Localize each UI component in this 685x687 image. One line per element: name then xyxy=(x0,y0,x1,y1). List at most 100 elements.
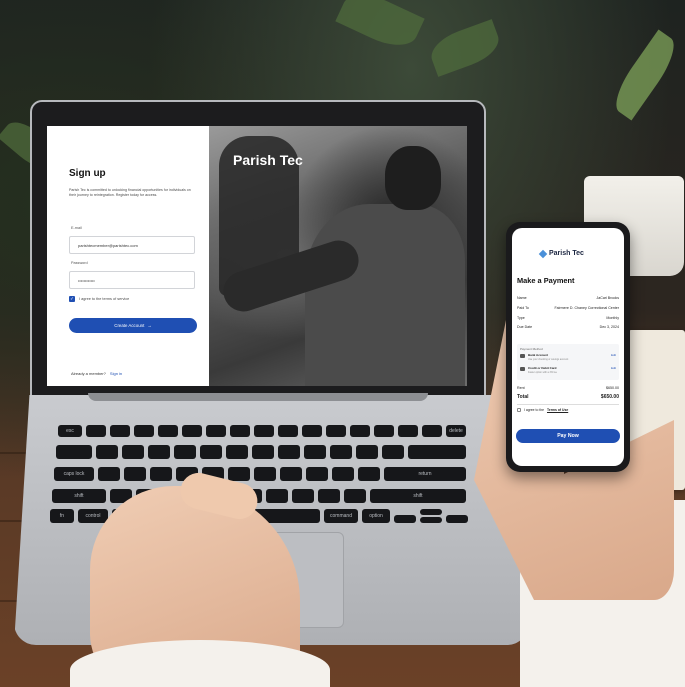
key[interactable] xyxy=(252,445,274,459)
email-field[interactable]: parishtecmember@parishtec.com xyxy=(69,236,195,254)
key[interactable] xyxy=(306,467,328,481)
detail-value: JaCari Brooks xyxy=(596,296,619,300)
key[interactable] xyxy=(382,445,404,459)
key[interactable] xyxy=(330,445,352,459)
key-arrow-left[interactable] xyxy=(394,515,416,523)
edit-link[interactable]: Edit xyxy=(611,353,616,357)
key[interactable] xyxy=(408,445,466,459)
key-shift-left[interactable]: shift xyxy=(52,489,106,503)
hero-photo: Parish Tec xyxy=(209,126,467,386)
key[interactable] xyxy=(226,445,248,459)
rent-value: $650.00 xyxy=(606,386,619,390)
key[interactable] xyxy=(182,425,202,437)
key[interactable] xyxy=(110,425,130,437)
terms-checkbox[interactable]: ✓ xyxy=(69,296,75,302)
pay-now-button[interactable]: Pay Now xyxy=(516,429,620,443)
payment-title: Make a Payment xyxy=(517,276,575,285)
key[interactable] xyxy=(266,489,288,503)
key[interactable] xyxy=(148,445,170,459)
terms-row: ✓ I agree to the terms of service xyxy=(69,296,129,302)
key[interactable] xyxy=(200,445,222,459)
key-esc[interactable]: esc xyxy=(58,425,82,437)
key[interactable] xyxy=(150,467,172,481)
key-option-right[interactable]: option xyxy=(362,509,390,523)
key[interactable] xyxy=(228,467,250,481)
key[interactable] xyxy=(96,445,118,459)
key[interactable] xyxy=(98,467,120,481)
phone-brand-label: Parish Tec xyxy=(549,250,584,257)
terms-of-use-row: I agree to the Terms of Use xyxy=(517,408,568,412)
key[interactable] xyxy=(206,425,226,437)
terms-of-use-link[interactable]: Terms of Use xyxy=(547,408,568,412)
key-delete[interactable]: delete xyxy=(446,425,466,437)
key-arrow-right[interactable] xyxy=(446,515,468,523)
payment-option-name: Bank Account xyxy=(528,353,549,357)
key[interactable] xyxy=(398,425,418,437)
key[interactable] xyxy=(124,467,146,481)
key-caps-lock[interactable]: caps lock xyxy=(54,467,94,481)
key[interactable] xyxy=(278,425,298,437)
key[interactable] xyxy=(174,445,196,459)
total-row: Total $650.00 xyxy=(517,394,619,400)
create-account-button[interactable]: Create Account → xyxy=(69,318,197,333)
signup-title: Sign up xyxy=(69,168,106,179)
total-label: Total xyxy=(517,394,529,400)
key[interactable] xyxy=(326,425,346,437)
key[interactable] xyxy=(56,445,92,459)
detail-label: Type xyxy=(517,316,525,320)
total-value: $650.00 xyxy=(600,394,619,400)
payment-option-bank[interactable]: Bank Account Use your checking or saving… xyxy=(520,353,616,365)
bank-icon xyxy=(520,354,525,358)
key[interactable] xyxy=(86,425,106,437)
key-arrow-up[interactable] xyxy=(420,509,442,515)
password-label: Password xyxy=(71,261,88,265)
key[interactable] xyxy=(122,445,144,459)
key-arrow-down[interactable] xyxy=(420,517,442,523)
key[interactable] xyxy=(358,467,380,481)
key[interactable] xyxy=(292,489,314,503)
detail-value: Monthly xyxy=(606,316,619,320)
sign-in-link[interactable]: Sign in xyxy=(110,371,122,376)
key[interactable] xyxy=(350,425,370,437)
already-member-row: Already a member? Sign in xyxy=(71,371,122,376)
agree-prefix: I agree to the xyxy=(524,408,544,412)
password-field[interactable]: •••••••••••• xyxy=(69,271,195,289)
key[interactable] xyxy=(332,467,354,481)
detail-value: Fairmere D. Chaney Correctional Center xyxy=(554,306,619,310)
card-icon xyxy=(520,367,525,371)
key[interactable] xyxy=(356,445,378,459)
edit-link[interactable]: Edit xyxy=(611,366,616,370)
detail-label: Name xyxy=(517,296,527,300)
payment-option-sub: Use your checking or savings account xyxy=(528,358,569,361)
key[interactable] xyxy=(302,425,322,437)
key[interactable] xyxy=(230,425,250,437)
terms-of-use-checkbox[interactable] xyxy=(517,408,521,412)
key[interactable] xyxy=(304,445,326,459)
key[interactable] xyxy=(254,425,274,437)
rent-label: Rent xyxy=(517,386,525,390)
payment-method-box: Payment Method Bank Account Use your che… xyxy=(517,344,619,380)
key[interactable] xyxy=(280,467,302,481)
key-command-right[interactable]: command xyxy=(324,509,358,523)
detail-value: Dec 3, 2024 xyxy=(599,325,619,329)
key[interactable] xyxy=(344,489,366,503)
detail-row: Name JaCari Brooks xyxy=(517,296,619,300)
key-control[interactable]: control xyxy=(78,509,108,523)
phone-screen: Parish Tec Make a Payment Name JaCari Br… xyxy=(512,228,624,466)
key[interactable] xyxy=(318,489,340,503)
key[interactable] xyxy=(422,425,442,437)
key[interactable] xyxy=(374,425,394,437)
key[interactable] xyxy=(158,425,178,437)
key-return[interactable]: return xyxy=(384,467,466,481)
key[interactable] xyxy=(254,467,276,481)
payment-option-sub: Faster option with a 3% fee xyxy=(528,371,557,374)
payment-option-card[interactable]: Credit or Debit Card Faster option with … xyxy=(520,366,616,378)
key[interactable] xyxy=(278,445,300,459)
key-fn[interactable]: fn xyxy=(50,509,74,523)
laptop-hinge xyxy=(88,393,428,401)
detail-label: Paid To xyxy=(517,306,529,310)
hero-brand-title: Parish Tec xyxy=(233,152,303,168)
key-shift-right[interactable]: shift xyxy=(370,489,466,503)
payment-option-name: Credit or Debit Card xyxy=(528,366,557,370)
key[interactable] xyxy=(134,425,154,437)
